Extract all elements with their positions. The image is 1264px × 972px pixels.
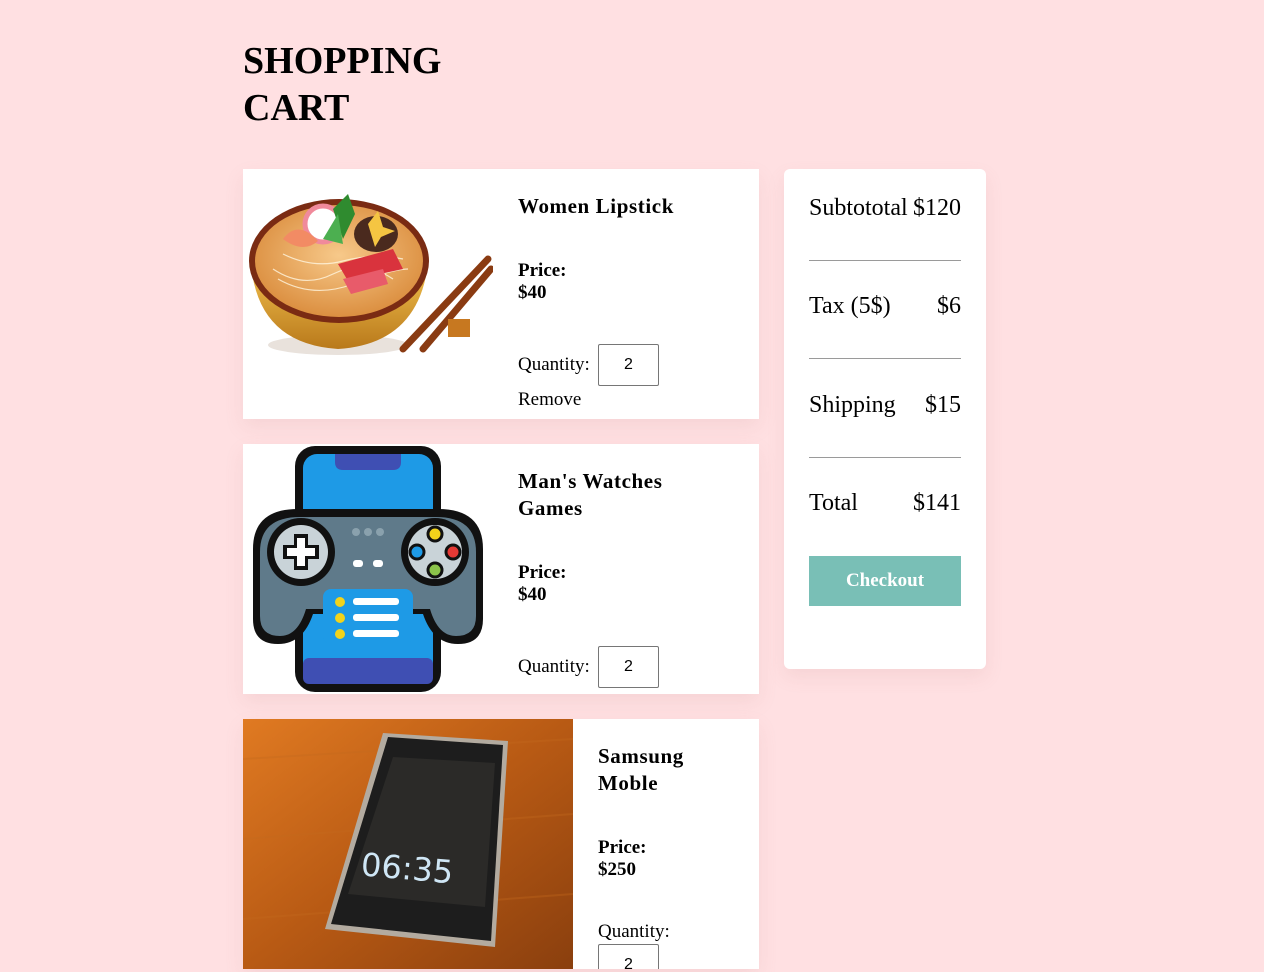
order-summary: Subtototal $120 Tax (5$) $6 Shipping $15… — [784, 169, 986, 669]
game-controller-image — [253, 446, 483, 692]
subtotal-label: Subtototal — [809, 195, 908, 221]
cart-item-lipstick: Women Lipstick Price: $40 Quantity: Remo… — [243, 169, 759, 419]
quantity-input[interactable] — [598, 646, 659, 688]
total-row: Total $141 — [809, 490, 961, 517]
item-name: Women Lipstick — [518, 194, 675, 218]
tax-label: Tax (5$) — [809, 293, 891, 319]
quantity-label: Quantity: — [598, 921, 670, 942]
divider — [809, 260, 961, 261]
subtotal-row: Subtototal $120 — [809, 195, 961, 222]
item-price: Price: $250 — [598, 837, 647, 880]
cart-item-watches-games: Man's Watches Games Price: $40 Quantity: — [243, 444, 759, 694]
remove-link[interactable]: Remove — [518, 389, 581, 411]
page-title: SHOPPING CART — [243, 40, 442, 129]
divider — [809, 457, 961, 458]
subtotal-value: $120 — [913, 195, 961, 221]
cart-item-samsung-mobile: 06:35 Samsung Moble Price: $250 Quantity… — [243, 719, 759, 969]
quantity-label: Quantity: — [518, 354, 590, 375]
total-label: Total — [809, 490, 858, 516]
shipping-row: Shipping $15 — [809, 392, 961, 419]
divider — [809, 358, 961, 359]
checkout-button[interactable]: Checkout — [809, 556, 961, 606]
shipping-label: Shipping — [809, 392, 896, 418]
item-name: Man's Watches Games — [518, 469, 663, 520]
item-price: Price: $40 — [518, 562, 567, 605]
item-price: Price: $40 — [518, 260, 567, 303]
quantity-label: Quantity: — [518, 656, 590, 677]
shipping-value: $15 — [925, 392, 961, 418]
smartphone-image: 06:35 — [243, 719, 573, 969]
quantity-input[interactable] — [598, 944, 659, 969]
phone-clock-text: 06:35 — [360, 845, 455, 891]
noodle-bowl-image — [249, 194, 493, 355]
total-value: $141 — [913, 490, 961, 516]
tax-row: Tax (5$) $6 — [809, 293, 961, 320]
quantity-input[interactable] — [598, 344, 659, 386]
tax-value: $6 — [937, 293, 961, 319]
item-name: Samsung Moble — [598, 744, 684, 795]
